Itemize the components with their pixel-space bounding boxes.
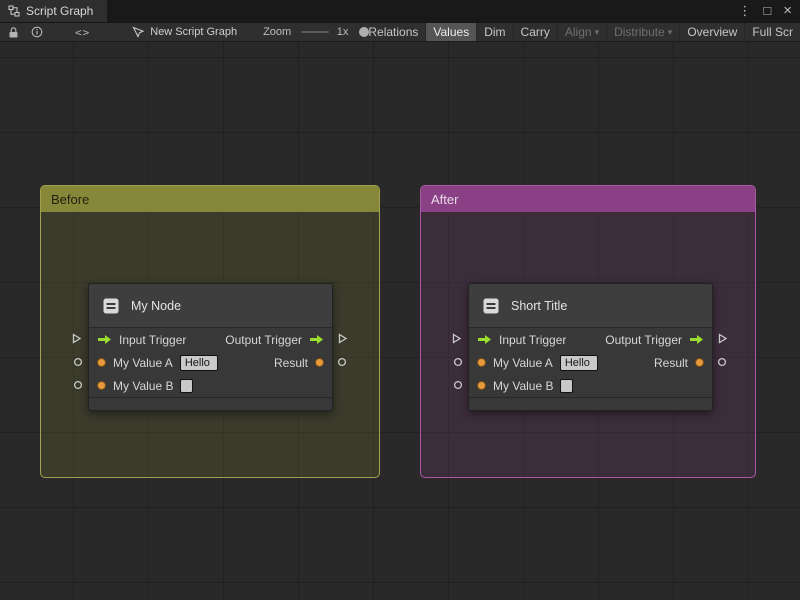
unit-icon [480, 295, 502, 317]
value-b-port-icon[interactable] [477, 381, 486, 390]
relations-button[interactable]: Relations [360, 23, 425, 41]
value-a-port-icon[interactable] [97, 358, 106, 367]
group-after-header[interactable]: After [421, 186, 755, 212]
value-b-connection-point[interactable] [73, 380, 84, 391]
chevron-down-icon: ▾ [594, 27, 600, 37]
value-b-row: My Value B [469, 374, 712, 397]
group-after-label: After [431, 191, 459, 207]
trigger-row: Input Trigger Output Trigger [469, 328, 712, 351]
result-label: Result [653, 355, 688, 370]
group-before-label: Before [51, 191, 90, 207]
zoom-slider[interactable] [301, 27, 370, 37]
script-graph-asset-icon [132, 26, 145, 38]
node-footer [469, 397, 712, 410]
input-trigger-connection-point[interactable] [72, 333, 83, 344]
value-b-row: My Value B [89, 374, 332, 397]
value-b-label: My Value B [113, 378, 174, 393]
output-trigger-port-icon[interactable] [309, 334, 324, 345]
value-a-row: My Value A Hello Result [89, 351, 332, 374]
output-trigger-port-icon[interactable] [689, 334, 704, 345]
dim-button[interactable]: Dim [476, 23, 512, 41]
value-a-row: My Value A Hello Result [469, 351, 712, 374]
value-a-field[interactable]: Hello [179, 354, 218, 371]
node-footer [89, 397, 332, 410]
value-a-label: My Value A [493, 355, 553, 370]
window-menu-icon[interactable]: ⋮ [738, 0, 751, 22]
unit-icon [100, 295, 122, 317]
lock-icon[interactable] [8, 26, 19, 39]
trigger-row: Input Trigger Output Trigger [89, 328, 332, 351]
carry-button[interactable]: Carry [512, 23, 557, 41]
result-port-icon[interactable] [315, 358, 324, 367]
value-a-connection-point[interactable] [453, 357, 464, 368]
value-a-field[interactable]: Hello [559, 354, 598, 371]
zoom-label: Zoom [263, 26, 292, 38]
value-b-field[interactable] [560, 378, 574, 393]
output-trigger-label: Output Trigger [225, 332, 302, 347]
window-controls: ⋮ □ × [738, 0, 792, 22]
input-trigger-port-icon[interactable] [97, 334, 112, 345]
zoom-value: 1x [336, 26, 349, 38]
graph-canvas[interactable]: Before After My Node Input Trigger Outpu… [0, 42, 800, 600]
graph-toolbar: <> New Script Graph Zoom 1x Relations Va… [0, 22, 800, 42]
value-b-connection-point[interactable] [453, 380, 464, 391]
graph-icon [8, 5, 20, 17]
tab-title: Script Graph [26, 4, 94, 18]
node-ports: Input Trigger Output Trigger My Value A … [89, 328, 332, 397]
node-ports: Input Trigger Output Trigger My Value A … [469, 328, 712, 397]
value-b-label: My Value B [493, 378, 554, 393]
maximize-icon[interactable]: □ [763, 0, 771, 22]
output-trigger-connection-point[interactable] [338, 333, 349, 344]
code-icon[interactable]: <> [75, 26, 90, 39]
result-port-icon[interactable] [695, 358, 704, 367]
tab-script-graph[interactable]: Script Graph [0, 0, 108, 22]
node-header[interactable]: My Node [89, 284, 332, 328]
input-trigger-label: Input Trigger [119, 332, 187, 347]
value-b-field[interactable] [180, 378, 194, 393]
value-a-label: My Value A [113, 355, 173, 370]
value-b-port-icon[interactable] [97, 381, 106, 390]
result-connection-point[interactable] [337, 357, 348, 368]
close-icon[interactable]: × [783, 0, 792, 22]
node-short-title[interactable]: Short Title Input Trigger Output Trigger… [452, 283, 728, 411]
value-a-port-icon[interactable] [477, 358, 486, 367]
node-title: My Node [131, 298, 182, 313]
input-trigger-connection-point[interactable] [452, 333, 463, 344]
node-title: Short Title [511, 298, 568, 313]
output-trigger-label: Output Trigger [605, 332, 682, 347]
result-connection-point[interactable] [717, 357, 728, 368]
distribute-label: Distribute [614, 25, 665, 39]
output-trigger-connection-point[interactable] [718, 333, 729, 344]
input-trigger-port-icon[interactable] [477, 334, 492, 345]
window-tab-bar: Script Graph ⋮ □ × [0, 0, 800, 22]
value-a-connection-point[interactable] [73, 357, 84, 368]
overview-button[interactable]: Overview [679, 23, 744, 41]
values-button[interactable]: Values [425, 23, 477, 41]
result-label: Result [273, 355, 308, 370]
align-button[interactable]: Align ▾ [556, 23, 606, 41]
fullscreen-button[interactable]: Full Scr [744, 23, 800, 41]
node-my-node[interactable]: My Node Input Trigger Output Trigger My … [72, 283, 348, 411]
chevron-down-icon: ▾ [667, 27, 673, 37]
toolbar-button-group: Relations Values Dim Carry Align ▾ Distr… [360, 23, 800, 41]
align-label: Align [564, 25, 592, 39]
graph-name-label[interactable]: New Script Graph [150, 26, 237, 38]
group-before-header[interactable]: Before [41, 186, 379, 212]
input-trigger-label: Input Trigger [499, 332, 567, 347]
node-header[interactable]: Short Title [469, 284, 712, 328]
distribute-button[interactable]: Distribute ▾ [606, 23, 679, 41]
info-icon[interactable] [31, 26, 43, 38]
